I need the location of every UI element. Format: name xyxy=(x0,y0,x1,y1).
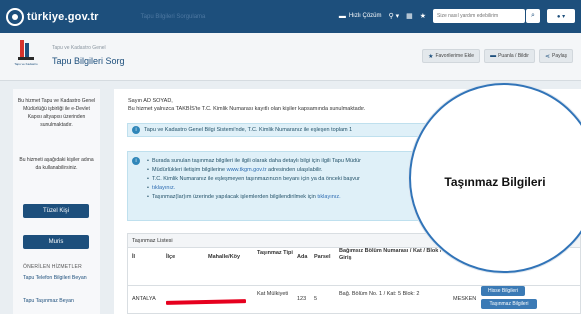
institution-caption: Tapu ve Kadastro xyxy=(14,62,38,66)
deceased-button[interactable]: Muris xyxy=(23,235,89,249)
property-info-button[interactable]: Taşınmaz Bilgileri xyxy=(481,299,537,309)
info-icon: i xyxy=(132,157,140,165)
notify-click-link[interactable]: tıklayınız. xyxy=(317,194,340,200)
share-button[interactable]: ⋖ Paylaş xyxy=(538,49,573,63)
tkgm-emblem-icon xyxy=(18,40,34,60)
recommended-link-property[interactable]: Tapu Taşınmaz Beyan xyxy=(23,298,93,305)
service-info-text: Bu hizmet Tapu ve Kadastro Genel Müdürlü… xyxy=(17,98,96,128)
rate-report-button[interactable]: ▬ Puanla / Bildir xyxy=(484,49,535,63)
redaction-mark xyxy=(165,299,247,305)
search-input[interactable] xyxy=(433,9,525,23)
chat-icon: ▬ xyxy=(338,12,346,20)
site-logo[interactable]: türkiye.gov.tr xyxy=(6,7,99,26)
col-header-tip: Taşınmaz Tipi xyxy=(257,250,293,256)
quick-solution-link[interactable]: ▬ Hızlı Çözüm xyxy=(339,13,382,20)
share-icon: ⋖ xyxy=(544,53,550,60)
greeting-notice: Bu hizmet yalnızca TAKBİS'te T.C. Kimlik… xyxy=(128,106,366,112)
greeting-name: Sayın AD SOYAD, xyxy=(128,98,173,104)
recommended-link-phone[interactable]: Tapu Telefon Bilgileri Beyan xyxy=(23,275,93,282)
col-header-ada: Ada xyxy=(297,254,308,260)
institution-logo: Tapu ve Kadastro xyxy=(12,40,40,74)
top-navbar: türkiye.gov.tr Tapu Bilgileri Sorgulama … xyxy=(0,0,581,33)
cell-parsel: 5 xyxy=(314,296,318,302)
legal-entity-button[interactable]: Tüzel Kişi xyxy=(23,204,89,218)
magnifier-label: Taşınmaz Bilgileri xyxy=(444,175,546,189)
star-icon: ★ xyxy=(428,53,434,60)
cell-ada: 123 xyxy=(297,296,307,302)
user-menu-button[interactable]: ● ▾ xyxy=(547,9,575,23)
info-icon: i xyxy=(132,126,140,134)
tkgm-link[interactable]: www.tkgm.gov.tr xyxy=(227,167,267,173)
add-favorite-button[interactable]: ★ Favorilerime Ekle xyxy=(422,49,481,63)
col-header-il: İl xyxy=(132,254,136,260)
share-info-button[interactable]: Hisse Bilgileri xyxy=(481,286,525,296)
click-here-link[interactable]: tıklayınız. xyxy=(152,185,175,191)
star-icon[interactable]: ★ xyxy=(420,12,426,20)
col-header-mahalle: Mahalle/Köy xyxy=(208,254,241,260)
tools-icon[interactable]: ⚲ ▾ xyxy=(389,12,400,20)
col-header-bagimsiz: Bağımsız Bölüm Numarası / Kat / Blok / G… xyxy=(339,248,442,261)
delegation-info-text: Bu hizmeti aşağıdaki kişiler adına da ku… xyxy=(19,157,94,171)
grid-icon[interactable]: ▦ xyxy=(406,12,413,20)
greeting: Sayın AD SOYAD, Bu hizmet yalnızca TAKBİ… xyxy=(128,97,365,113)
quick-solution-label: Hızlı Çözüm xyxy=(348,13,382,19)
logo-icon xyxy=(6,7,24,26)
info-alert-text: Tapu ve Kadastro Genel Bilgi Sistemi'nde… xyxy=(144,127,353,133)
comment-icon: ▬ xyxy=(490,53,497,59)
sidebar: Bu hizmet Tapu ve Kadastro Genel Müdürlü… xyxy=(13,89,100,314)
recommended-services-title: ÖNERİLEN HİZMETLER xyxy=(23,264,82,270)
cell-bagimsiz: Bağ. Bölüm No. 1 / Kat: 5 Blok: 2 xyxy=(339,291,420,297)
page-header: Tapu ve Kadastro Tapu ve Kadastro Genel … xyxy=(0,33,581,81)
ghost-tab-title: Tapu Bilgileri Sorgulama xyxy=(140,13,206,20)
search-icon[interactable]: ⌕ xyxy=(526,9,540,23)
cell-il: ANTALYA xyxy=(132,296,156,302)
breadcrumb[interactable]: Tapu ve Kadastro Genel xyxy=(52,45,106,51)
col-header-parsel: Parsel xyxy=(314,254,331,260)
cell-tip: Kat Mülkiyeti xyxy=(257,291,289,297)
page-title: Tapu Bilgileri Sorg xyxy=(52,56,125,66)
logo-text: türkiye.gov.tr xyxy=(27,10,99,23)
col-header-ilce: İlçe xyxy=(166,254,176,260)
cell-nitelik: MESKEN xyxy=(453,296,477,302)
